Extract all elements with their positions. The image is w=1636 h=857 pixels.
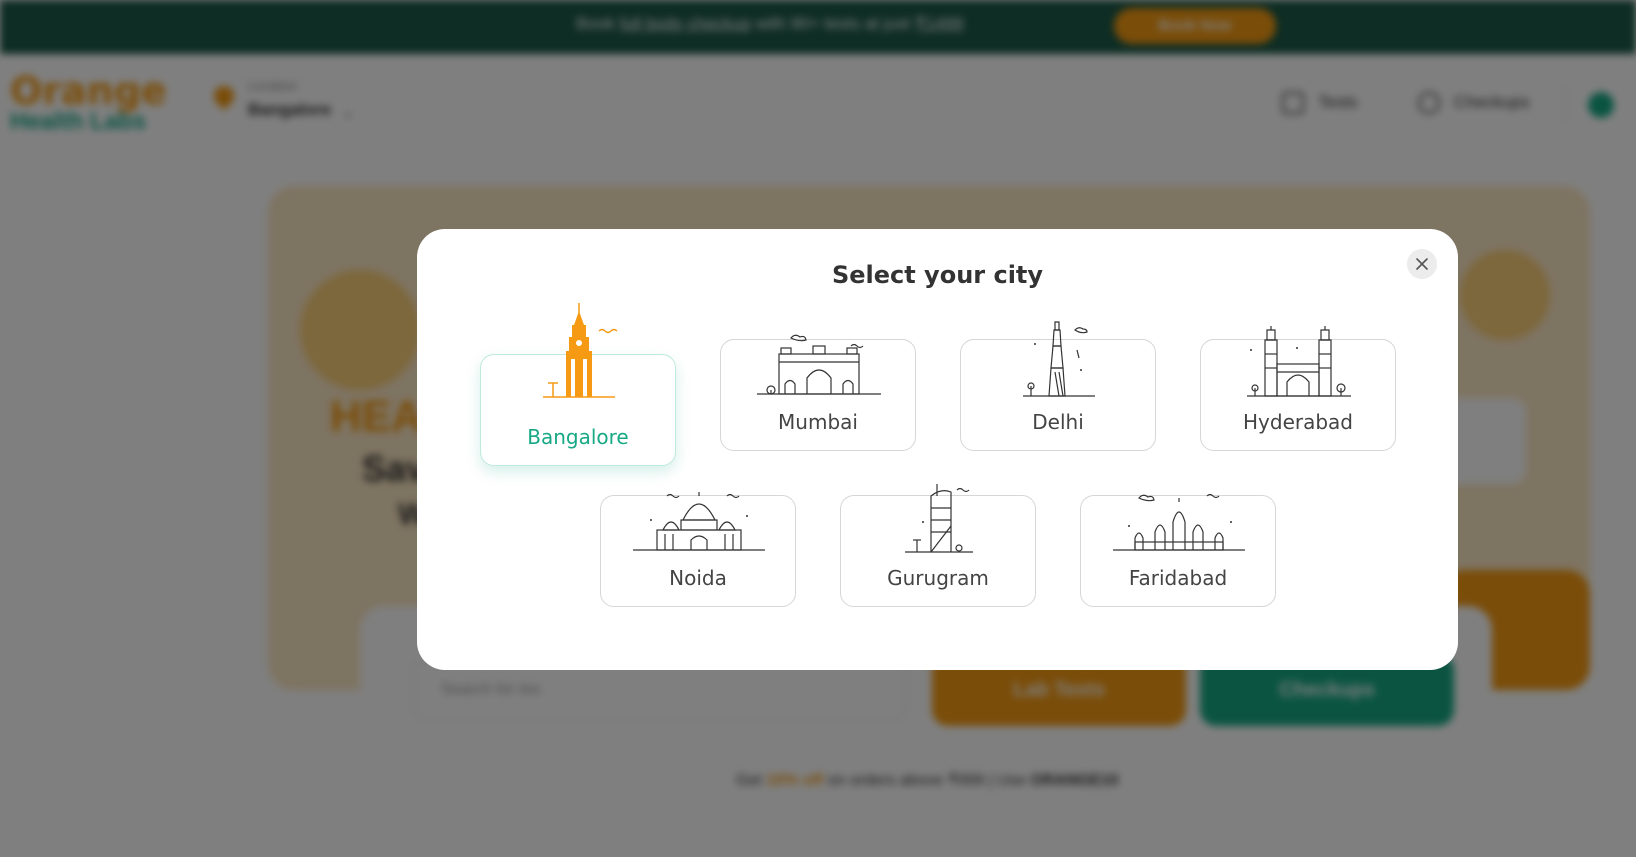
city-name: Faridabad — [1128, 566, 1228, 590]
city-card-faridabad[interactable]: Faridabad — [1080, 493, 1276, 607]
city-name: Bangalore — [527, 425, 629, 449]
city-card-mumbai[interactable]: Mumbai — [720, 334, 916, 451]
city-card-noida[interactable]: Noida — [600, 492, 796, 607]
close-button[interactable] — [1407, 249, 1437, 279]
city-name: Delhi — [1032, 410, 1084, 434]
city-card-hyderabad[interactable]: Hyderabad — [1200, 326, 1396, 451]
city-card-gurugram[interactable]: Gurugram — [840, 484, 1036, 607]
charminar-icon — [1247, 326, 1351, 397]
city-name: Gurugram — [887, 566, 989, 590]
cyber-hub-tower-icon — [905, 484, 973, 553]
faridabad-temple-icon — [1113, 493, 1245, 551]
city-select-modal: Select your city Bangalore Mumbai Delhi … — [417, 229, 1458, 670]
city-name: Mumbai — [778, 410, 858, 434]
noida-temple-icon — [633, 492, 765, 551]
qutub-minar-icon — [1023, 321, 1095, 397]
city-card-delhi[interactable]: Delhi — [960, 321, 1156, 451]
city-name: Noida — [669, 566, 727, 590]
modal-title: Select your city — [831, 261, 1044, 289]
city-name: Hyderabad — [1243, 410, 1353, 434]
close-icon — [1416, 258, 1428, 270]
gateway-of-india-icon — [757, 334, 881, 395]
bangalore-tower-icon — [543, 303, 618, 398]
city-card-bangalore[interactable]: Bangalore — [480, 303, 676, 466]
